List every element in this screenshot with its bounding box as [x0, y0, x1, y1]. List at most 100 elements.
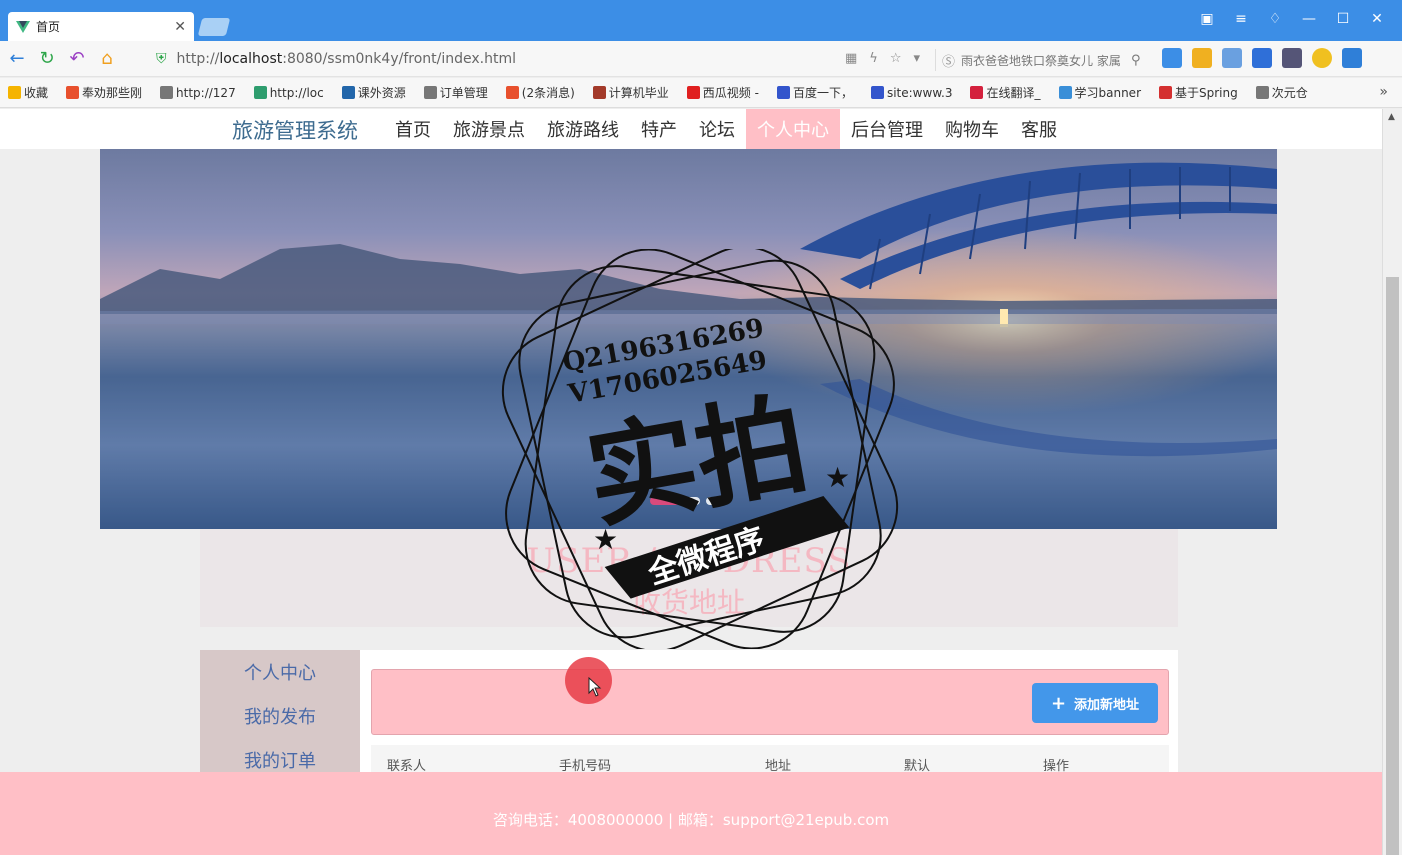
- plus-icon: +: [1050, 692, 1067, 714]
- secure-shield-icon: ⛨: [156, 51, 167, 67]
- bookmark-icon: [66, 86, 80, 99]
- skin-icon[interactable]: ♢: [1258, 8, 1292, 30]
- back-icon[interactable]: ←: [2, 44, 32, 74]
- bookmark-label: site:www.3: [886, 85, 953, 100]
- search-box[interactable]: Ⓢ 雨衣爸爸地铁口祭奠女儿 家属 ⚲: [935, 49, 1150, 71]
- more-bookmarks-icon[interactable]: »: [1379, 84, 1388, 100]
- bookmark-icon: [160, 86, 174, 99]
- bookmark-icon: [505, 86, 519, 99]
- sidebar-item[interactable]: 个人中心: [200, 650, 360, 694]
- bookmark-icon: [1159, 86, 1172, 99]
- menu-item[interactable]: 首页: [384, 109, 442, 149]
- bookmark-icon: [1058, 86, 1072, 99]
- bookmark-item[interactable]: 在线翻译_: [970, 84, 1041, 101]
- screenshot-icon[interactable]: [1222, 48, 1242, 68]
- tab-count-icon[interactable]: ▣: [1190, 8, 1224, 30]
- dropdown-icon[interactable]: ▾: [913, 51, 920, 66]
- vue-logo-icon: [16, 20, 30, 33]
- bookmark-item[interactable]: site:www.3: [870, 85, 953, 100]
- star-icon[interactable]: ☆: [890, 51, 902, 66]
- search-input[interactable]: 雨衣爸爸地铁口祭奠女儿 家属: [961, 52, 1131, 69]
- bookmark-item[interactable]: 次元仓: [1255, 84, 1308, 101]
- menu-item[interactable]: 旅游景点: [442, 109, 536, 149]
- address-bar[interactable]: ⛨ http://localhost:8080/ssm0nk4y/front/i…: [150, 45, 930, 73]
- address-url[interactable]: http://localhost:8080/ssm0nk4y/front/ind…: [177, 51, 516, 67]
- footer-contact: 咨询电话：4008000000 | 邮箱：support@21epub.com: [492, 811, 890, 829]
- bookmark-item[interactable]: 奉劝那些刚: [66, 84, 142, 101]
- bookmark-label: (2条消息): [521, 86, 575, 100]
- menu-item[interactable]: 客服: [1010, 109, 1068, 149]
- bookmark-icon: [341, 86, 355, 99]
- notes-icon[interactable]: [1252, 48, 1272, 68]
- menu-item[interactable]: 后台管理: [840, 109, 934, 149]
- bookmark-item[interactable]: (2条消息): [505, 84, 575, 101]
- scroll-up-icon[interactable]: ▲: [1388, 112, 1395, 122]
- bookmark-item[interactable]: 订单管理: [423, 84, 488, 101]
- browser-titlebar: 首页 ✕ ▣ ≡ ♢ — ☐ ✕: [0, 0, 1402, 41]
- bookmark-item[interactable]: 收藏: [8, 84, 48, 101]
- bookmark-item[interactable]: 西瓜视频 -: [686, 84, 759, 101]
- bookmark-label: 基于Spring: [1175, 86, 1238, 100]
- minimize-icon[interactable]: —: [1292, 8, 1326, 30]
- bookmark-item[interactable]: 基于Spring: [1159, 84, 1238, 101]
- menu-item[interactable]: 旅游路线: [536, 109, 630, 149]
- bookmark-label: 订单管理: [439, 86, 488, 100]
- key-icon[interactable]: [1192, 48, 1212, 68]
- bookmark-icon: [423, 86, 437, 99]
- qr-code-icon[interactable]: ▦: [845, 51, 857, 66]
- new-tab-button[interactable]: [197, 18, 231, 36]
- bookmark-icon: [970, 86, 984, 99]
- bookmark-icon: [592, 86, 606, 99]
- translate-icon[interactable]: [1162, 48, 1182, 68]
- menu-item[interactable]: 个人中心: [746, 109, 840, 149]
- page-viewport: 旅游管理系统 首页 旅游景点 旅游路线 特产 论坛 个人中心 后台管理 购物车 客服: [0, 109, 1382, 855]
- reload-icon[interactable]: ↻: [32, 44, 62, 74]
- bookmark-icon: [776, 86, 790, 99]
- download-icon[interactable]: [1342, 48, 1362, 68]
- bookmark-label: 计算机毕业: [608, 86, 669, 100]
- bookmark-label: 百度一下，: [792, 86, 853, 100]
- undo-icon[interactable]: ↶: [62, 44, 92, 74]
- scroll-thumb[interactable]: [1386, 277, 1399, 855]
- site-footer: 咨询电话：4008000000 | 邮箱：support@21epub.com: [0, 772, 1382, 855]
- bookmark-label: 次元仓: [1271, 86, 1308, 100]
- add-address-button[interactable]: + 添加新地址: [1032, 683, 1158, 723]
- menu-icon[interactable]: ≡: [1224, 8, 1258, 30]
- watermark-stamp: Q2196316269 V1706025649 实拍 全微程序 ★ ★: [501, 249, 899, 649]
- mouse-cursor-icon: [588, 677, 602, 697]
- bookmarks-bar: 收藏 奉劝那些刚 http://127 http://loc 课外资源 订单管理 (2条消息…: [0, 78, 1402, 108]
- bookmark-item[interactable]: 计算机毕业: [592, 84, 669, 101]
- user-sidebar: 个人中心 我的发布 我的订单: [200, 650, 360, 780]
- menu-item[interactable]: 论坛: [688, 109, 746, 149]
- page-scrollbar[interactable]: ▲: [1382, 109, 1402, 855]
- tab-title: 首页: [36, 20, 61, 34]
- lightning-icon[interactable]: ϟ: [869, 51, 878, 66]
- home-icon[interactable]: ⌂: [92, 44, 122, 74]
- sidebar-item[interactable]: 我的发布: [200, 694, 360, 738]
- close-window-icon[interactable]: ✕: [1360, 8, 1394, 30]
- search-icon[interactable]: ⚲: [1131, 53, 1141, 68]
- address-content: + 添加新地址 联系人 手机号码 地址 默认 操作: [360, 650, 1178, 780]
- bookmark-item[interactable]: 百度一下，: [776, 84, 853, 101]
- cut-icon[interactable]: [1282, 48, 1302, 68]
- bookmark-item[interactable]: http://loc: [253, 86, 324, 100]
- menu-item[interactable]: 购物车: [934, 109, 1010, 149]
- window-controls: ▣ ≡ ♢ — ☐ ✕: [1190, 8, 1394, 30]
- maximize-icon[interactable]: ☐: [1326, 8, 1360, 30]
- add-address-label: 添加新地址: [1074, 697, 1140, 713]
- bookmark-label: 课外资源: [357, 86, 406, 100]
- browser-tab[interactable]: 首页 ✕: [8, 12, 194, 41]
- bookmark-icon: [8, 86, 21, 99]
- bookmark-item[interactable]: 学习banner: [1058, 84, 1141, 101]
- star-icon-right: ★: [825, 461, 850, 494]
- menu-item[interactable]: 特产: [630, 109, 688, 149]
- site-title[interactable]: 旅游管理系统: [232, 115, 358, 145]
- emoji-icon[interactable]: [1312, 48, 1332, 68]
- browser-navbar: ← ↻ ↶ ⌂ ⛨ http://localhost:8080/ssm0nk4y…: [0, 41, 1402, 77]
- bookmark-label: 奉劝那些刚: [82, 86, 143, 100]
- bookmark-item[interactable]: http://127: [160, 86, 236, 100]
- bookmark-item[interactable]: 课外资源: [341, 84, 406, 101]
- address-bar-icons: ▦ ϟ ☆ ▾: [845, 51, 920, 66]
- bookmark-label: http://127: [176, 85, 236, 100]
- close-tab-icon[interactable]: ✕: [174, 19, 186, 35]
